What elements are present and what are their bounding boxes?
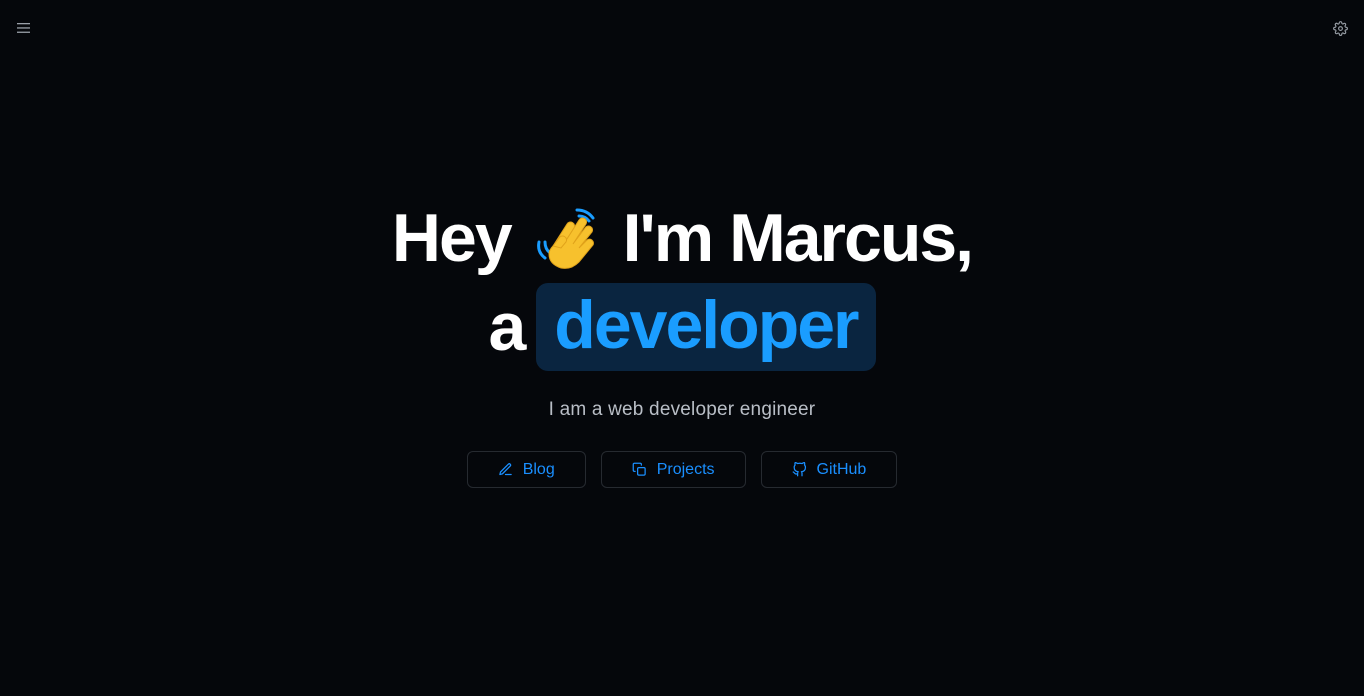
settings-button[interactable] — [1330, 18, 1350, 38]
hero: Hey I'm Marcus, a developer I am a web d… — [0, 196, 1364, 488]
waving-hand-icon — [533, 202, 605, 274]
gear-icon — [1332, 20, 1348, 36]
greeting-name: I'm Marcus, — [622, 200, 974, 276]
github-button[interactable]: GitHub — [760, 451, 898, 488]
projects-button-label: Projects — [656, 460, 715, 478]
hero-heading-line-1: Hey I'm Marcus, — [0, 196, 1364, 280]
greeting-article: a — [488, 289, 526, 365]
hero-heading-line-2: a developer — [0, 283, 1364, 371]
blog-button-label: Blog — [522, 460, 555, 478]
copy-icon — [632, 462, 647, 477]
hamburger-menu-icon — [17, 23, 30, 33]
action-buttons: Blog Projects GitHub — [0, 451, 1364, 488]
greeting-hey: Hey — [391, 200, 513, 276]
role-highlight: developer — [536, 283, 876, 371]
projects-button[interactable]: Projects — [600, 451, 746, 488]
menu-button[interactable] — [14, 18, 34, 38]
github-button-label: GitHub — [816, 460, 867, 478]
blog-button[interactable]: Blog — [466, 451, 586, 488]
pencil-icon — [498, 462, 513, 477]
github-icon — [792, 462, 807, 477]
hero-subtitle: I am a web developer engineer — [548, 399, 816, 420]
page: Hey I'm Marcus, a developer I am a web d… — [0, 0, 1364, 696]
